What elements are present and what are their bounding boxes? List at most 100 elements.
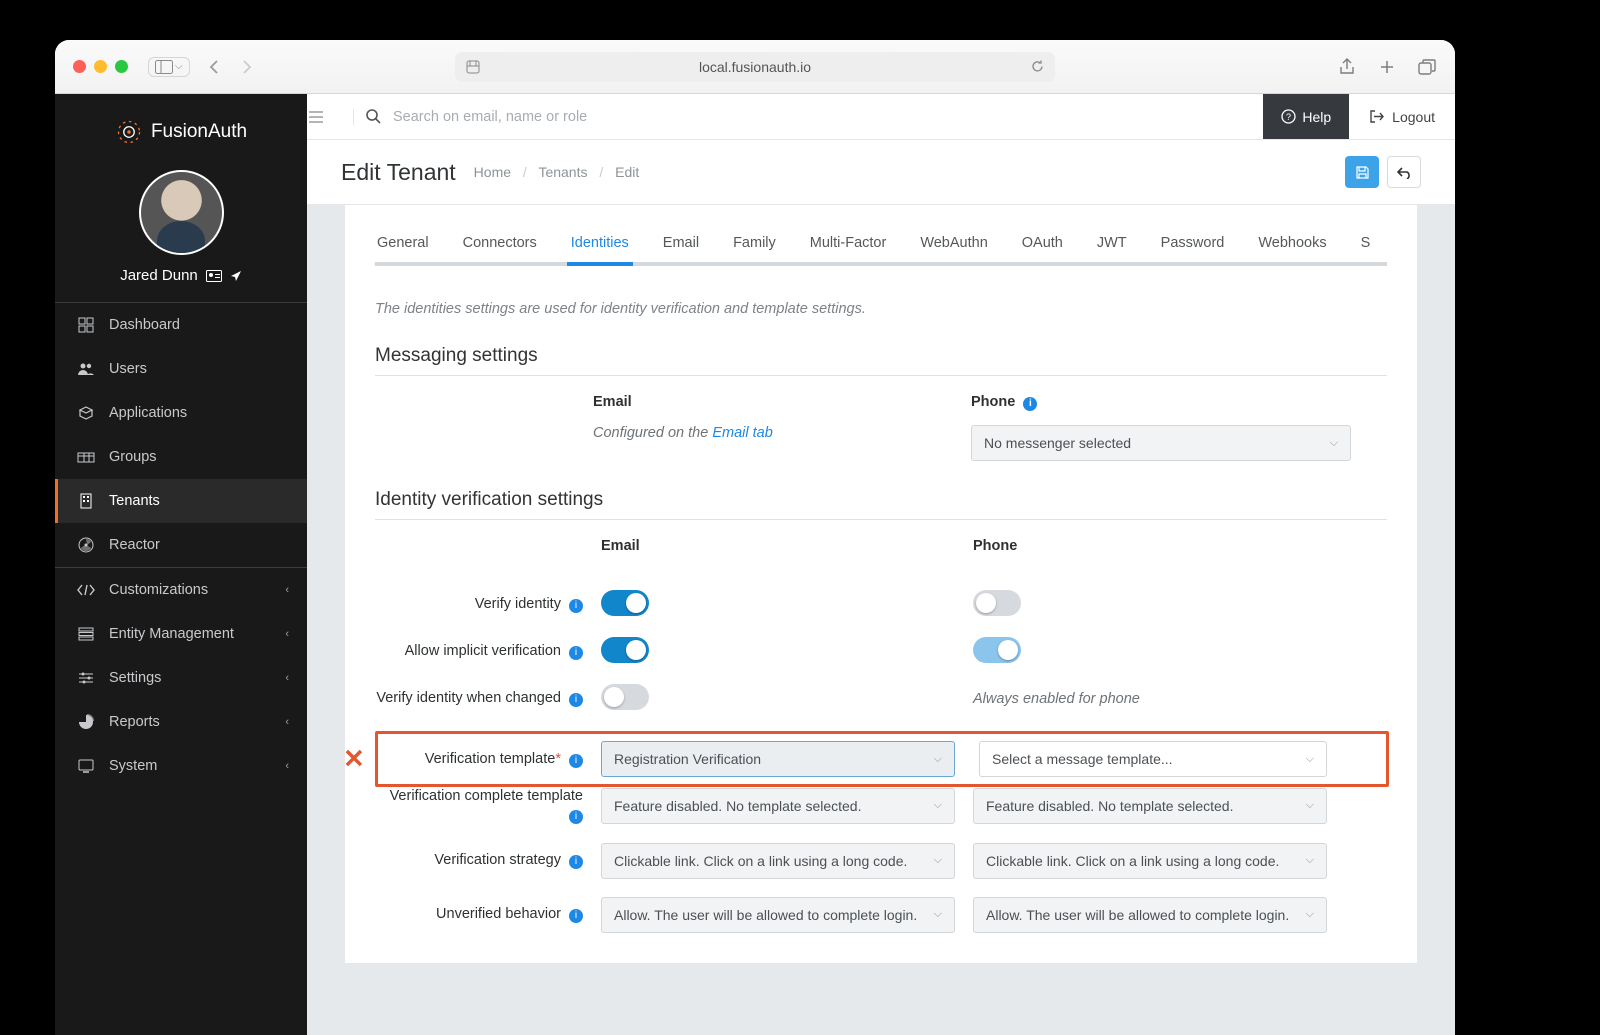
avatar[interactable]	[139, 170, 224, 255]
browser-sidebar-button[interactable]: ⌵	[148, 57, 190, 77]
verification-template-email-select[interactable]: Registration Verification ⌵	[601, 741, 955, 777]
tenants-icon	[77, 492, 95, 510]
email-column-header-2: Email	[601, 538, 955, 554]
refresh-icon[interactable]	[1030, 59, 1045, 74]
unverified-email-select[interactable]: Allow. The user will be allowed to compl…	[601, 897, 955, 933]
tab-identities[interactable]: Identities	[569, 235, 631, 265]
email-tab-link[interactable]: Email tab	[712, 425, 772, 441]
browser-back-button[interactable]	[204, 57, 224, 77]
verify-identity-email-toggle[interactable]	[601, 590, 649, 616]
logout-button[interactable]: Logout	[1349, 94, 1455, 139]
info-icon[interactable]: i	[569, 754, 583, 768]
search-input[interactable]	[393, 109, 793, 125]
page-header: Edit Tenant Home / Tenants / Edit	[307, 140, 1455, 205]
tabs-icon[interactable]	[1417, 57, 1437, 77]
sidebar-item-settings[interactable]: Settings ‹	[55, 656, 307, 700]
new-tab-icon[interactable]	[1377, 57, 1397, 77]
sidebar-item-dashboard[interactable]: Dashboard	[55, 303, 307, 347]
chevron-down-icon: ⌵	[1306, 908, 1314, 921]
info-icon[interactable]: i	[569, 810, 583, 824]
email-configured-note: Configured on the Email tab	[593, 425, 953, 441]
section-description: The identities settings are used for ide…	[375, 301, 1387, 317]
app-sidebar: FusionAuth Jared Dunn Dashboard	[55, 94, 307, 1035]
tab-jwt[interactable]: JWT	[1095, 235, 1129, 265]
vc-template-email-select[interactable]: Feature disabled. No template selected.⌵	[601, 788, 955, 824]
info-icon[interactable]: i	[569, 646, 583, 660]
chevron-down-icon: ⌵	[934, 908, 942, 921]
reports-icon	[77, 713, 95, 731]
allow-implicit-phone-toggle[interactable]	[973, 637, 1021, 663]
save-button[interactable]	[1345, 156, 1379, 188]
chevron-down-icon: ⌵	[934, 854, 942, 867]
sidebar-item-groups[interactable]: Groups	[55, 435, 307, 479]
window-minimize-icon[interactable]	[94, 60, 107, 73]
phone-messenger-select[interactable]: No messenger selected ⌵	[971, 425, 1351, 461]
brand-logo: FusionAuth	[75, 118, 287, 146]
strategy-email-select[interactable]: Clickable link. Click on a link using a …	[601, 843, 955, 879]
crumb-current: Edit	[615, 164, 639, 180]
tab-email[interactable]: Email	[661, 235, 701, 265]
svg-text:?: ?	[1286, 112, 1291, 122]
tab-multi-factor[interactable]: Multi-Factor	[808, 235, 889, 265]
tab-password[interactable]: Password	[1159, 235, 1227, 265]
sidebar-item-reactor[interactable]: Reactor	[55, 523, 307, 567]
tab-webauthn[interactable]: WebAuthn	[918, 235, 989, 265]
browser-url-text: local.fusionauth.io	[699, 59, 811, 75]
strategy-phone-select[interactable]: Clickable link. Click on a link using a …	[973, 843, 1327, 879]
info-icon[interactable]: i	[569, 909, 583, 923]
info-icon[interactable]: i	[569, 599, 583, 613]
sidebar-item-applications[interactable]: Applications	[55, 391, 307, 435]
location-arrow-icon	[230, 270, 242, 282]
info-icon[interactable]: i	[569, 855, 583, 869]
email-column-header: Email	[593, 394, 953, 410]
crumb-home[interactable]: Home	[474, 164, 511, 180]
logout-icon	[1369, 109, 1384, 124]
verification-template-label: Verification template* i	[375, 750, 583, 769]
crumb-tenants[interactable]: Tenants	[538, 164, 587, 180]
collapse-sidebar-button[interactable]	[307, 110, 353, 124]
tab-connectors[interactable]: Connectors	[461, 235, 539, 265]
sidebar-item-customizations[interactable]: Customizations ‹	[55, 568, 307, 612]
info-icon[interactable]: i	[569, 693, 583, 707]
chevron-left-icon: ‹	[285, 760, 289, 772]
settings-icon	[77, 669, 95, 687]
reactor-icon	[77, 536, 95, 554]
tab-family[interactable]: Family	[731, 235, 778, 265]
entity-icon	[77, 625, 95, 643]
fusionauth-icon	[115, 118, 143, 146]
allow-implicit-label: Allow implicit verification i	[375, 642, 583, 661]
verify-changed-label: Verify identity when changed i	[375, 689, 583, 708]
vc-template-phone-select[interactable]: Feature disabled. No template selected.⌵	[973, 788, 1327, 824]
tab-webhooks[interactable]: Webhooks	[1256, 235, 1328, 265]
verify-changed-email-toggle[interactable]	[601, 684, 649, 710]
chevron-left-icon: ‹	[285, 584, 289, 596]
unverified-phone-select[interactable]: Allow. The user will be allowed to compl…	[973, 897, 1327, 933]
back-button[interactable]	[1387, 156, 1421, 188]
user-name-display[interactable]: Jared Dunn	[120, 267, 242, 284]
window-close-icon[interactable]	[73, 60, 86, 73]
tab-general[interactable]: General	[375, 235, 431, 265]
window-maximize-icon[interactable]	[115, 60, 128, 73]
chevron-left-icon: ‹	[285, 628, 289, 640]
unverified-behavior-label: Unverified behavior i	[375, 905, 583, 924]
share-icon[interactable]	[1337, 57, 1357, 77]
search-icon	[366, 109, 381, 124]
sidebar-item-system[interactable]: System ‹	[55, 744, 307, 788]
sidebar-item-tenants[interactable]: Tenants	[55, 479, 307, 523]
chevron-left-icon: ‹	[285, 672, 289, 684]
verification-complete-template-label: Verification complete template i	[375, 787, 583, 825]
tab-overflow[interactable]: S	[1359, 235, 1373, 265]
chevron-down-icon: ⌵	[934, 753, 942, 766]
verify-identity-phone-toggle[interactable]	[973, 590, 1021, 616]
help-button[interactable]: ? Help	[1263, 94, 1349, 139]
tab-oauth[interactable]: OAuth	[1020, 235, 1065, 265]
browser-forward-button[interactable]	[238, 57, 258, 77]
sidebar-item-entity-management[interactable]: Entity Management ‹	[55, 612, 307, 656]
sidebar-item-reports[interactable]: Reports ‹	[55, 700, 307, 744]
browser-url-bar[interactable]: local.fusionauth.io	[455, 52, 1055, 82]
help-icon: ?	[1281, 109, 1296, 124]
verification-template-phone-select[interactable]: Select a message template... ⌵	[979, 741, 1327, 777]
sidebar-item-users[interactable]: Users	[55, 347, 307, 391]
info-icon[interactable]: i	[1023, 397, 1037, 411]
allow-implicit-email-toggle[interactable]	[601, 637, 649, 663]
